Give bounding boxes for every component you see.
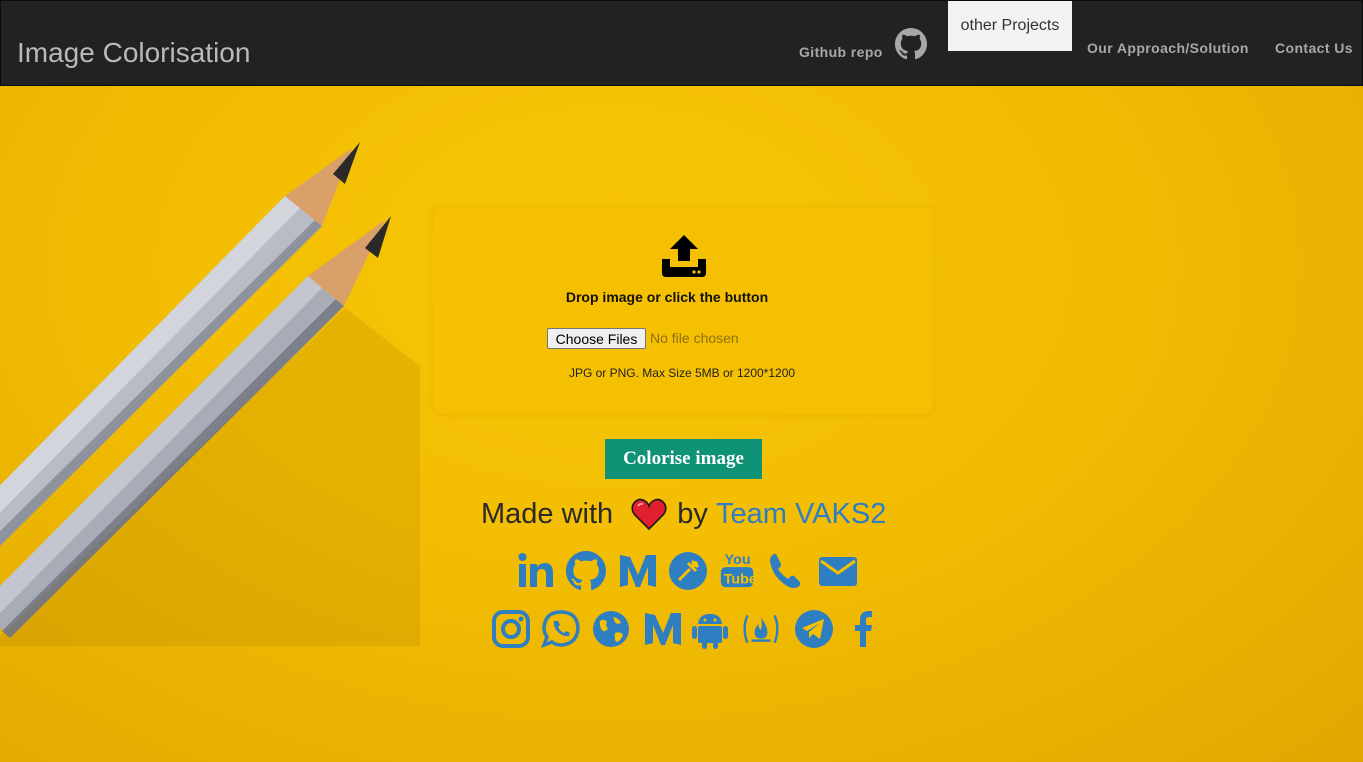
- drop-instruction: Drop image or click the button: [565, 289, 769, 305]
- android-icon[interactable]: [690, 609, 730, 649]
- medium-icon[interactable]: [643, 609, 683, 649]
- by-text: by: [677, 497, 708, 530]
- team-link[interactable]: Team VAKS2: [716, 498, 886, 530]
- telegram-icon[interactable]: [794, 609, 834, 649]
- upload-card[interactable]: Drop image or click the button Choose Fi…: [433, 207, 933, 414]
- instagram-icon[interactable]: [491, 609, 531, 649]
- nav-github-repo[interactable]: Github repo: [799, 44, 883, 60]
- colorise-button[interactable]: Colorise image: [605, 439, 762, 479]
- upload-tray-icon: [662, 235, 706, 277]
- phone-icon[interactable]: [766, 551, 806, 591]
- choose-files-button[interactable]: Choose Files: [547, 328, 646, 349]
- email-icon[interactable]: [818, 551, 858, 591]
- brand-title[interactable]: Image Colorisation: [17, 37, 250, 69]
- hackerrank-icon[interactable]: [668, 551, 708, 591]
- facebook-icon[interactable]: [843, 609, 883, 649]
- globe-icon[interactable]: [591, 609, 631, 649]
- navbar: Image Colorisation Github repo other Pro…: [0, 0, 1363, 86]
- github-icon[interactable]: [566, 551, 606, 591]
- medium-icon[interactable]: [618, 551, 658, 591]
- svg-text:You: You: [725, 552, 751, 568]
- whatsapp-icon[interactable]: [541, 609, 581, 649]
- github-icon[interactable]: [895, 28, 927, 60]
- nav-contact[interactable]: Contact Us: [1275, 40, 1353, 56]
- made-with-line: Made with by Team VAKS2: [481, 497, 886, 535]
- size-hint: JPG or PNG. Max Size 5MB or 1200*1200: [568, 366, 796, 380]
- svg-text:Tube: Tube: [724, 571, 757, 587]
- linkedin-icon[interactable]: [516, 551, 556, 591]
- file-status: No file chosen: [650, 330, 739, 346]
- fire-icon[interactable]: [741, 609, 781, 649]
- heart-icon: [631, 498, 667, 531]
- made-with-text: Made with: [481, 497, 614, 530]
- pencils-image: [0, 142, 420, 646]
- nav-other-projects[interactable]: other Projects: [948, 1, 1072, 51]
- nav-approach[interactable]: Our Approach/Solution: [1087, 40, 1249, 56]
- youtube-icon[interactable]: You Tube: [718, 549, 758, 589]
